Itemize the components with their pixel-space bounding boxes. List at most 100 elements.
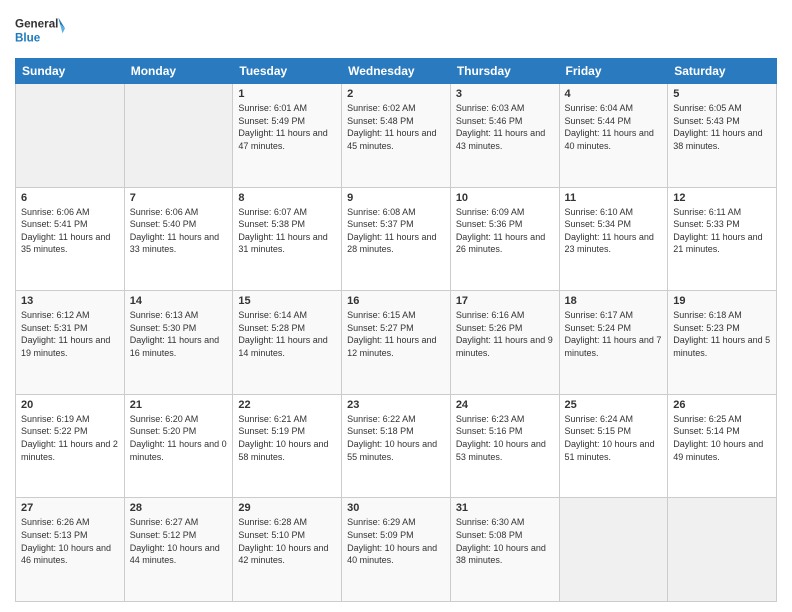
day-number: 16 (347, 295, 445, 307)
day-number: 27 (21, 502, 119, 514)
day-number: 7 (130, 192, 228, 204)
day-info: Sunrise: 6:18 AMSunset: 5:23 PMDaylight:… (673, 309, 771, 359)
day-number: 31 (456, 502, 554, 514)
day-number: 1 (238, 88, 336, 100)
day-number: 2 (347, 88, 445, 100)
calendar-cell: 27 Sunrise: 6:26 AMSunset: 5:13 PMDayligh… (16, 498, 125, 602)
day-info: Sunrise: 6:16 AMSunset: 5:26 PMDaylight:… (456, 309, 554, 359)
day-info: Sunrise: 6:01 AMSunset: 5:49 PMDaylight:… (238, 102, 336, 152)
day-info: Sunrise: 6:25 AMSunset: 5:14 PMDaylight:… (673, 413, 771, 463)
calendar-cell: 8 Sunrise: 6:07 AMSunset: 5:38 PMDaylight… (233, 187, 342, 291)
svg-text:Blue: Blue (15, 32, 41, 45)
calendar-cell: 7Sunrise: 6:06 AMSunset: 5:40 PMDaylight… (124, 187, 233, 291)
week-row-4: 20 Sunrise: 6:19 AMSunset: 5:22 PMDayligh… (16, 394, 777, 498)
day-number: 18 (565, 295, 663, 307)
day-number: 14 (130, 295, 228, 307)
week-row-1: 1 Sunrise: 6:01 AMSunset: 5:49 PMDaylight… (16, 84, 777, 188)
day-info: Sunrise: 6:23 AMSunset: 5:16 PMDaylight:… (456, 413, 554, 463)
calendar-cell: 13 Sunrise: 6:12 AMSunset: 5:31 PMDayligh… (16, 291, 125, 395)
calendar-cell: 23 Sunrise: 6:22 AMSunset: 5:18 PMDayligh… (342, 394, 451, 498)
calendar-cell: 20 Sunrise: 6:19 AMSunset: 5:22 PMDayligh… (16, 394, 125, 498)
calendar-cell: 28 Sunrise: 6:27 AMSunset: 5:12 PMDayligh… (124, 498, 233, 602)
day-info: Sunrise: 6:06 AMSunset: 5:41 PMDaylight:… (21, 206, 119, 256)
calendar-cell: 9Sunrise: 6:08 AMSunset: 5:37 PMDaylight… (342, 187, 451, 291)
day-number: 6 (21, 192, 119, 204)
day-info: Sunrise: 6:02 AMSunset: 5:48 PMDaylight:… (347, 102, 445, 152)
calendar-cell: 22 Sunrise: 6:21 AMSunset: 5:19 PMDayligh… (233, 394, 342, 498)
calendar-cell (668, 498, 777, 602)
day-number: 26 (673, 399, 771, 411)
day-info: Sunrise: 6:09 AMSunset: 5:36 PMDaylight:… (456, 206, 554, 256)
calendar-cell (124, 84, 233, 188)
calendar-cell: 15Sunrise: 6:14 AMSunset: 5:28 PMDayligh… (233, 291, 342, 395)
day-number: 5 (673, 88, 771, 100)
day-info: Sunrise: 6:11 AMSunset: 5:33 PMDaylight:… (673, 206, 771, 256)
calendar-cell: 3Sunrise: 6:03 AMSunset: 5:46 PMDaylight… (450, 84, 559, 188)
day-number: 21 (130, 399, 228, 411)
day-number: 23 (347, 399, 445, 411)
day-number: 10 (456, 192, 554, 204)
calendar-cell: 5 Sunrise: 6:05 AMSunset: 5:43 PMDaylight… (668, 84, 777, 188)
weekday-friday: Friday (559, 59, 668, 84)
day-number: 25 (565, 399, 663, 411)
calendar-cell: 29 Sunrise: 6:28 AMSunset: 5:10 PMDayligh… (233, 498, 342, 602)
weekday-saturday: Saturday (668, 59, 777, 84)
day-info: Sunrise: 6:26 AMSunset: 5:13 PMDaylight:… (21, 516, 119, 566)
calendar-cell: 24 Sunrise: 6:23 AMSunset: 5:16 PMDayligh… (450, 394, 559, 498)
day-number: 11 (565, 192, 663, 204)
day-number: 19 (673, 295, 771, 307)
day-info: Sunrise: 6:07 AMSunset: 5:38 PMDaylight:… (238, 206, 336, 256)
calendar-cell: 1 Sunrise: 6:01 AMSunset: 5:49 PMDaylight… (233, 84, 342, 188)
svg-text:General: General (15, 18, 58, 31)
calendar-cell: 14 Sunrise: 6:13 AMSunset: 5:30 PMDayligh… (124, 291, 233, 395)
day-number: 28 (130, 502, 228, 514)
page: General Blue SundayMondayTuesdayWednesda… (0, 0, 792, 612)
calendar-cell: 11 Sunrise: 6:10 AMSunset: 5:34 PMDayligh… (559, 187, 668, 291)
calendar-cell: 26 Sunrise: 6:25 AMSunset: 5:14 PMDayligh… (668, 394, 777, 498)
day-info: Sunrise: 6:13 AMSunset: 5:30 PMDaylight:… (130, 309, 228, 359)
day-info: Sunrise: 6:19 AMSunset: 5:22 PMDaylight:… (21, 413, 119, 463)
day-info: Sunrise: 6:17 AMSunset: 5:24 PMDaylight:… (565, 309, 663, 359)
week-row-5: 27 Sunrise: 6:26 AMSunset: 5:13 PMDayligh… (16, 498, 777, 602)
calendar-cell: 19 Sunrise: 6:18 AMSunset: 5:23 PMDayligh… (668, 291, 777, 395)
calendar-cell (16, 84, 125, 188)
calendar-cell: 6 Sunrise: 6:06 AMSunset: 5:41 PMDaylight… (16, 187, 125, 291)
day-number: 20 (21, 399, 119, 411)
header: General Blue (15, 10, 777, 50)
day-info: Sunrise: 6:28 AMSunset: 5:10 PMDaylight:… (238, 516, 336, 566)
day-info: Sunrise: 6:30 AMSunset: 5:08 PMDaylight:… (456, 516, 554, 566)
day-number: 29 (238, 502, 336, 514)
day-info: Sunrise: 6:10 AMSunset: 5:34 PMDaylight:… (565, 206, 663, 256)
calendar-cell (559, 498, 668, 602)
day-info: Sunrise: 6:05 AMSunset: 5:43 PMDaylight:… (673, 102, 771, 152)
calendar-cell: 17Sunrise: 6:16 AMSunset: 5:26 PMDayligh… (450, 291, 559, 395)
logo: General Blue (15, 10, 65, 50)
day-number: 8 (238, 192, 336, 204)
calendar-table: SundayMondayTuesdayWednesdayThursdayFrid… (15, 58, 777, 602)
day-info: Sunrise: 6:22 AMSunset: 5:18 PMDaylight:… (347, 413, 445, 463)
weekday-header-row: SundayMondayTuesdayWednesdayThursdayFrid… (16, 59, 777, 84)
weekday-wednesday: Wednesday (342, 59, 451, 84)
week-row-2: 6 Sunrise: 6:06 AMSunset: 5:41 PMDaylight… (16, 187, 777, 291)
day-number: 13 (21, 295, 119, 307)
calendar-cell: 4Sunrise: 6:04 AMSunset: 5:44 PMDaylight… (559, 84, 668, 188)
calendar-cell: 16Sunrise: 6:15 AMSunset: 5:27 PMDayligh… (342, 291, 451, 395)
day-info: Sunrise: 6:24 AMSunset: 5:15 PMDaylight:… (565, 413, 663, 463)
day-number: 9 (347, 192, 445, 204)
weekday-monday: Monday (124, 59, 233, 84)
calendar-cell: 10 Sunrise: 6:09 AMSunset: 5:36 PMDayligh… (450, 187, 559, 291)
calendar-cell: 2 Sunrise: 6:02 AMSunset: 5:48 PMDaylight… (342, 84, 451, 188)
day-info: Sunrise: 6:21 AMSunset: 5:19 PMDaylight:… (238, 413, 336, 463)
day-number: 24 (456, 399, 554, 411)
day-info: Sunrise: 6:27 AMSunset: 5:12 PMDaylight:… (130, 516, 228, 566)
day-info: Sunrise: 6:04 AMSunset: 5:44 PMDaylight:… (565, 102, 663, 152)
day-number: 15 (238, 295, 336, 307)
calendar-cell: 18 Sunrise: 6:17 AMSunset: 5:24 PMDayligh… (559, 291, 668, 395)
week-row-3: 13 Sunrise: 6:12 AMSunset: 5:31 PMDayligh… (16, 291, 777, 395)
day-info: Sunrise: 6:12 AMSunset: 5:31 PMDaylight:… (21, 309, 119, 359)
weekday-thursday: Thursday (450, 59, 559, 84)
logo-svg: General Blue (15, 10, 65, 50)
weekday-sunday: Sunday (16, 59, 125, 84)
day-number: 22 (238, 399, 336, 411)
day-number: 30 (347, 502, 445, 514)
